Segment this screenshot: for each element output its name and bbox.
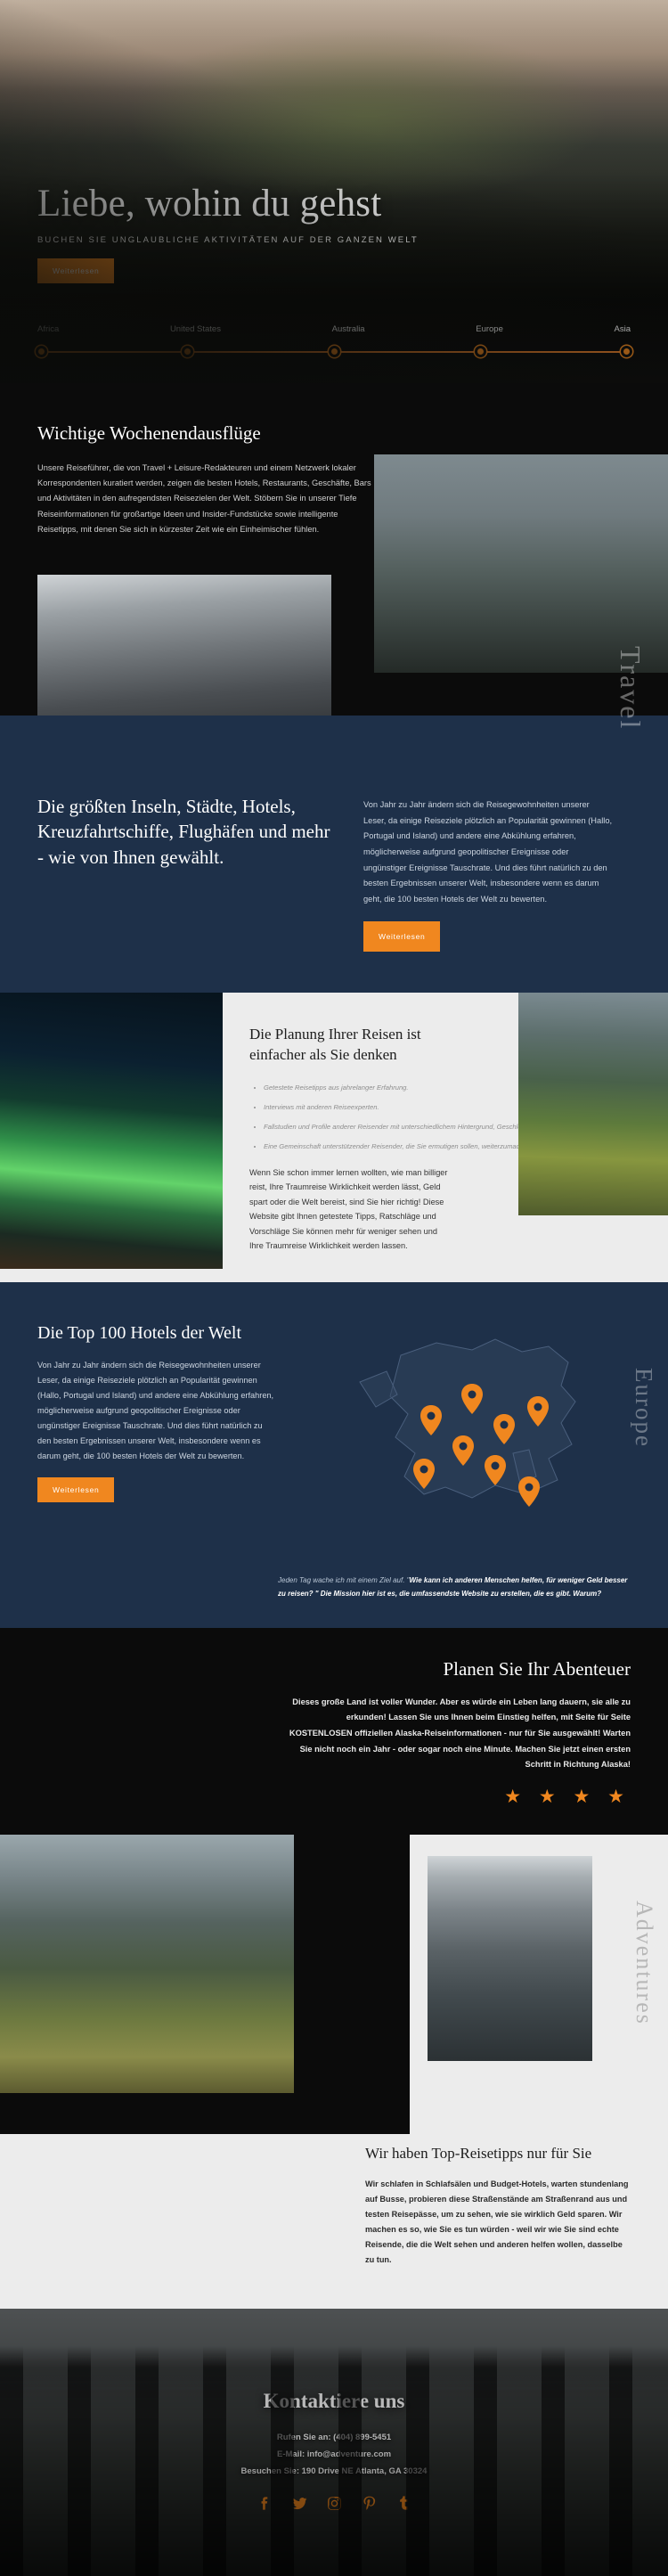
travel-vertical-label: Travel <box>615 645 647 731</box>
hero-title: Liebe, wohin du gehst <box>37 182 382 225</box>
social-links <box>257 2495 412 2516</box>
hero-subtitle: BUCHEN SIE UNGLAUBLICHE AKTIVITÄTEN AUF … <box>37 235 419 245</box>
tips-body: Wir schlafen in Schlafsälen und Budget-H… <box>365 2179 629 2264</box>
star-rating: ★ ★ ★ ★ <box>504 1786 631 1807</box>
planning-title: Die Planung Ihrer Reisen ist einfacher a… <box>249 1025 421 1063</box>
travel-tips-section: Wir haben Top-Reisetipps nur für Sie Wir… <box>0 2133 668 2309</box>
destination-labels: Africa United States Australia Europe As… <box>36 324 632 334</box>
pinterest-icon[interactable] <box>361 2495 378 2516</box>
quote-text: Jeden Tag wache ich mit einem Ziel auf. … <box>278 1574 634 1600</box>
islands-cta-button[interactable]: Weiterlesen <box>363 920 441 952</box>
timeline-dot-united-states[interactable] <box>182 346 194 357</box>
timeline-dot-asia[interactable] <box>621 346 632 357</box>
twitter-icon[interactable] <box>291 2495 308 2516</box>
footer-email[interactable]: E-Mail: info@adventure.com <box>277 2446 391 2463</box>
adventure-section: Planen Sie Ihr Abenteuer Dieses große La… <box>0 1627 668 1835</box>
timeline-dot-europe[interactable] <box>474 346 486 357</box>
islands-right-column: Von Jahr zu Jahr ändern sich die Reisege… <box>363 794 613 952</box>
hero-content: Liebe, wohin du gehst BUCHEN SIE UNGLAUB… <box>37 184 419 283</box>
jumping-hiker-image <box>0 1834 294 2093</box>
destination-item-africa[interactable]: Africa <box>37 324 59 334</box>
islands-grid: Die größten Inseln, Städte, Hotels, Kreu… <box>37 794 631 952</box>
aurora-image <box>0 992 223 1269</box>
footer-overlay <box>0 2308 668 2576</box>
destination-item-europe[interactable]: Europe <box>476 324 503 334</box>
adventure-body: Dieses große Land ist voller Wunder. Abe… <box>289 1697 631 1770</box>
meadow-image <box>518 992 668 1215</box>
weekend-title: Wichtige Wochenendausflüge <box>37 422 261 444</box>
timeline-dot-australia[interactable] <box>328 346 340 357</box>
timeline-dot-africa[interactable] <box>36 346 47 357</box>
facebook-icon[interactable] <box>257 2495 273 2516</box>
quote-section: Jeden Tag wache ich mit einem Ziel auf. … <box>0 1550 668 1628</box>
islands-left-column: Die größten Inseln, Städte, Hotels, Kreu… <box>37 794 331 952</box>
destination-timeline <box>36 346 632 358</box>
footer-content: Kontaktiere uns Rufen Sie an: (404) 899-… <box>0 2309 668 2576</box>
planning-body-text: Wenn Sie schon immer lernen wollten, wie… <box>249 1167 448 1251</box>
hero-overlay <box>0 0 668 383</box>
tips-inner: Wir haben Top-Reisetipps nur für Sie Wir… <box>365 2143 632 2268</box>
top-hotels-section: Die Top 100 Hotels der Welt Von Jahr zu … <box>0 1282 668 1551</box>
hotels-cta-button[interactable]: Weiterlesen <box>37 1477 115 1503</box>
tips-title: Wir haben Top-Reisetipps nur für Sie <box>365 2144 592 2162</box>
timeline-dots <box>36 346 632 357</box>
footer-section: Kontaktiere uns Rufen Sie an: (404) 899-… <box>0 2308 668 2576</box>
destination-item-united-states[interactable]: United States <box>170 324 221 334</box>
europe-map-svg <box>359 1338 576 1508</box>
weekend-body: Unsere Reiseführer, die von Travel + Lei… <box>37 463 371 534</box>
planning-section: Die Planung Ihrer Reisen ist einfacher a… <box>0 992 668 1283</box>
highland-cow-image <box>374 454 668 673</box>
map-pin <box>518 1476 540 1508</box>
destination-nav: Africa United States Australia Europe As… <box>0 324 668 358</box>
tumblr-icon[interactable] <box>395 2495 412 2516</box>
islands-body: Von Jahr zu Jahr ändern sich die Reisege… <box>363 799 613 904</box>
timeline-rail <box>42 351 626 353</box>
footer-address: Besuchen Sie: 190 Drive NE Atlanta, GA 3… <box>240 2466 428 2477</box>
adventures-vertical-label: Adventures <box>631 1900 657 2025</box>
destination-item-australia[interactable]: Australia <box>332 324 365 334</box>
alley-image <box>428 1855 592 2061</box>
islands-section: Travel Die größten Inseln, Städte, Hotel… <box>0 646 668 993</box>
weekend-trips-section: Wichtige Wochenendausflüge Unsere Reisef… <box>0 383 668 735</box>
europe-map[interactable] <box>338 1320 632 1533</box>
hero-cta-button[interactable]: Weiterlesen <box>37 258 115 283</box>
hotels-body: Von Jahr zu Jahr ändern sich die Reisege… <box>37 1361 274 1461</box>
adventure-title: Planen Sie Ihr Abenteuer <box>443 1657 631 1680</box>
destination-item-asia[interactable]: Asia <box>615 324 631 334</box>
hero-section: Liebe, wohin du gehst BUCHEN SIE UNGLAUB… <box>0 0 668 383</box>
footer-title: Kontaktiere uns <box>263 2389 405 2412</box>
europe-vertical-label: Europe <box>631 1368 657 1449</box>
quote-lead: Jeden Tag wache ich mit einem Ziel auf. … <box>278 1576 410 1585</box>
islands-title: Die größten Inseln, Städte, Hotels, Kreu… <box>37 795 330 868</box>
instagram-icon[interactable] <box>326 2495 343 2516</box>
gallery-section: Adventures <box>0 1834 668 2134</box>
footer-phone[interactable]: Rufen Sie an: (404) 899-5451 <box>277 2429 391 2446</box>
canyon-image <box>37 575 331 735</box>
